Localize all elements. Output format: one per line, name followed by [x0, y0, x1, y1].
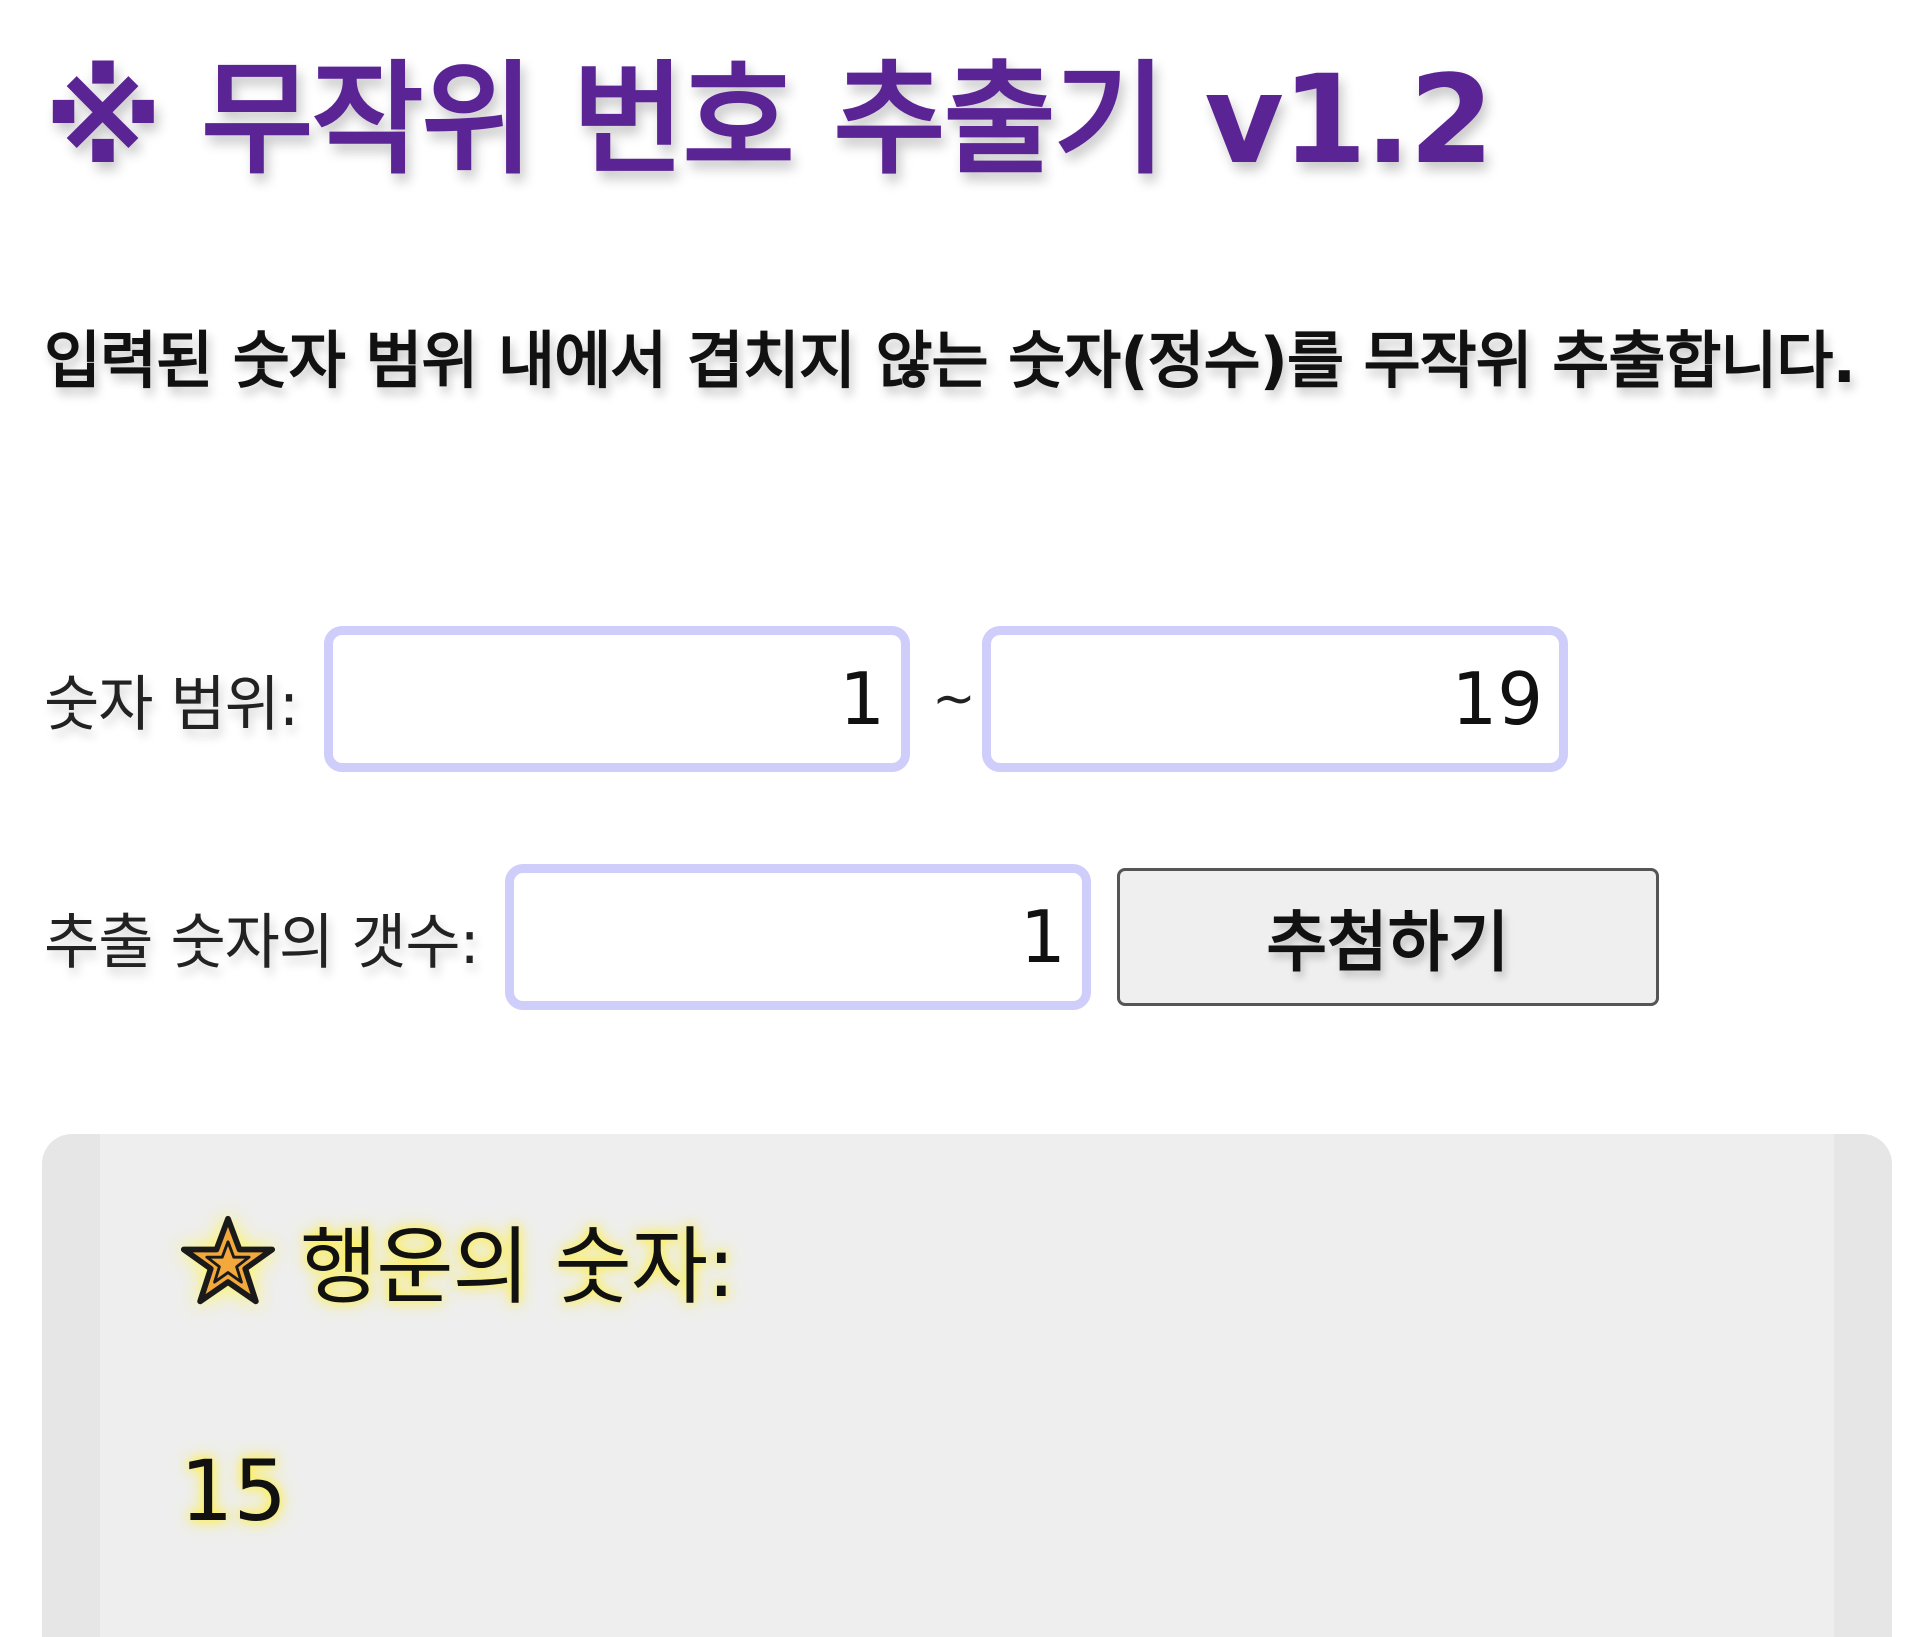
page-title: ※ 무작위 번호 추출기 v1.2 — [44, 49, 1494, 191]
star-icon — [180, 1215, 276, 1304]
page: ※ 무작위 번호 추출기 v1.2 입력된 숫자 범위 내에서 겹치지 않는 숫… — [0, 0, 1920, 1637]
range-min-input[interactable] — [324, 626, 911, 772]
draw-button[interactable]: 추첨하기 — [1116, 868, 1659, 1006]
range-label: 숫자 범위: — [44, 669, 299, 740]
range-row: 숫자 범위: ~ — [44, 626, 1569, 772]
page-description: 입력된 숫자 범위 내에서 겹치지 않는 숫자(정수)를 무작위 추출합니다. — [44, 324, 1856, 397]
range-max-input[interactable] — [982, 626, 1569, 772]
range-separator: ~ — [932, 669, 976, 729]
result-value: 15 — [180, 1442, 287, 1540]
count-label: 추출 숫자의 갯수: — [44, 907, 480, 978]
count-row: 추출 숫자의 갯수: 추첨하기 — [44, 864, 1659, 1010]
count-input[interactable] — [504, 864, 1091, 1010]
result-label: 행운의 숫자: — [300, 1218, 735, 1316]
result-heading: 행운의 숫자: — [180, 1200, 735, 1321]
